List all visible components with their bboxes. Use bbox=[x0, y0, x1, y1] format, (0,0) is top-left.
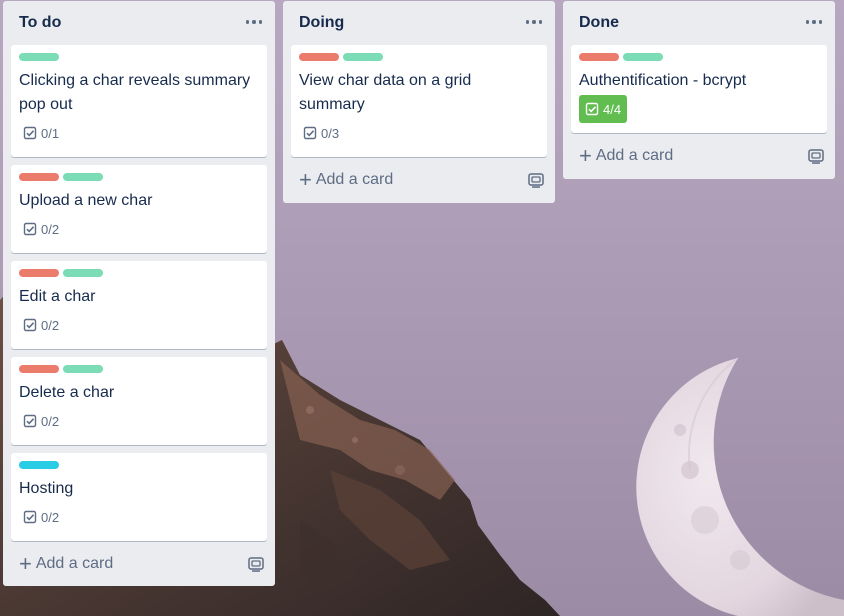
label-green[interactable] bbox=[343, 53, 383, 61]
add-card-label: Add a card bbox=[35, 555, 114, 572]
checklist-icon bbox=[303, 126, 317, 140]
label-green[interactable] bbox=[63, 365, 103, 373]
checklist-complete-badge: 4/4 bbox=[579, 95, 628, 123]
ellipsis-icon[interactable] bbox=[523, 11, 545, 33]
card-title: Delete a char bbox=[19, 384, 115, 401]
card-template-icon[interactable] bbox=[247, 555, 265, 573]
add-card-button[interactable]: + Add a card bbox=[11, 549, 231, 579]
card-badges: 0/3 bbox=[299, 122, 539, 144]
checklist-icon bbox=[23, 414, 37, 428]
list-doing: Doing View char data on a grid summary 0… bbox=[283, 1, 555, 203]
card-list: Clicking a char reveals summary pop out … bbox=[3, 45, 275, 541]
checklist-icon bbox=[23, 222, 37, 236]
label-green[interactable] bbox=[63, 173, 103, 181]
label-red[interactable] bbox=[299, 53, 339, 61]
checklist-icon bbox=[23, 510, 37, 524]
checklist-icon bbox=[585, 102, 599, 116]
card-labels bbox=[19, 173, 259, 181]
plus-icon: + bbox=[19, 551, 32, 576]
checklist-count: 0/1 bbox=[41, 125, 60, 141]
list-to-do: To do Clicking a char reveals summary po… bbox=[3, 1, 275, 586]
card-badges: 0/2 bbox=[19, 506, 259, 528]
card[interactable]: Delete a char 0/2 bbox=[11, 357, 267, 445]
card-title: Upload a new char bbox=[19, 192, 153, 209]
plus-icon: + bbox=[299, 167, 312, 192]
card[interactable]: View char data on a grid summary 0/3 bbox=[291, 45, 547, 157]
label-red[interactable] bbox=[19, 269, 59, 277]
checklist-badge: 0/2 bbox=[19, 410, 63, 432]
checklist-count: 0/3 bbox=[321, 125, 340, 141]
list-header: Doing bbox=[283, 1, 555, 45]
ellipsis-icon[interactable] bbox=[803, 11, 825, 33]
checklist-count: 4/4 bbox=[603, 101, 622, 117]
checklist-icon bbox=[23, 318, 37, 332]
checklist-count: 0/2 bbox=[41, 413, 60, 429]
card-list: View char data on a grid summary 0/3 bbox=[283, 45, 555, 157]
list-footer: + Add a card bbox=[283, 161, 555, 199]
card-badges: 4/4 bbox=[579, 95, 819, 123]
checklist-count: 0/2 bbox=[41, 221, 60, 237]
card-labels bbox=[579, 53, 819, 61]
checklist-badge: 0/3 bbox=[299, 122, 343, 144]
add-card-button[interactable]: + Add a card bbox=[571, 141, 791, 171]
card-labels bbox=[299, 53, 539, 61]
checklist-count: 0/2 bbox=[41, 509, 60, 525]
checklist-icon bbox=[23, 126, 37, 140]
card[interactable]: Hosting 0/2 bbox=[11, 453, 267, 541]
card-labels bbox=[19, 269, 259, 277]
label-red[interactable] bbox=[19, 365, 59, 373]
card-labels bbox=[19, 53, 259, 61]
label-red[interactable] bbox=[579, 53, 619, 61]
card[interactable]: Upload a new char 0/2 bbox=[11, 165, 267, 253]
add-card-button[interactable]: + Add a card bbox=[291, 165, 511, 195]
list-title[interactable]: To do bbox=[19, 14, 61, 32]
card-title: Edit a char bbox=[19, 288, 96, 305]
list-header: Done bbox=[563, 1, 835, 45]
checklist-badge: 0/2 bbox=[19, 314, 63, 336]
checklist-badge: 0/1 bbox=[19, 122, 63, 144]
card-badges: 0/1 bbox=[19, 122, 259, 144]
add-card-label: Add a card bbox=[595, 147, 674, 164]
label-red[interactable] bbox=[19, 173, 59, 181]
card-labels bbox=[19, 461, 259, 469]
plus-icon: + bbox=[579, 143, 592, 168]
moon-crescent bbox=[636, 357, 844, 616]
list-done: Done Authentification - bcrypt 4/4 + Add… bbox=[563, 1, 835, 179]
label-green[interactable] bbox=[63, 269, 103, 277]
list-footer: + Add a card bbox=[3, 545, 275, 583]
checklist-badge: 0/2 bbox=[19, 506, 63, 528]
list-header: To do bbox=[3, 1, 275, 45]
card[interactable]: Clicking a char reveals summary pop out … bbox=[11, 45, 267, 157]
label-green[interactable] bbox=[623, 53, 663, 61]
card-list: Authentification - bcrypt 4/4 bbox=[563, 45, 835, 133]
card-title: Clicking a char reveals summary pop out bbox=[19, 72, 251, 113]
card[interactable]: Authentification - bcrypt 4/4 bbox=[571, 45, 827, 133]
card-labels bbox=[19, 365, 259, 373]
label-cyan[interactable] bbox=[19, 461, 59, 469]
card-template-icon[interactable] bbox=[527, 171, 545, 189]
list-footer: + Add a card bbox=[563, 137, 835, 175]
card-badges: 0/2 bbox=[19, 314, 259, 336]
list-title[interactable]: Done bbox=[579, 14, 619, 32]
checklist-badge: 0/2 bbox=[19, 218, 63, 240]
add-card-label: Add a card bbox=[315, 171, 394, 188]
ellipsis-icon[interactable] bbox=[243, 11, 265, 33]
card-title: View char data on a grid summary bbox=[299, 72, 472, 113]
card[interactable]: Edit a char 0/2 bbox=[11, 261, 267, 349]
card-title: Authentification - bcrypt bbox=[579, 72, 747, 89]
card-template-icon[interactable] bbox=[807, 147, 825, 165]
checklist-count: 0/2 bbox=[41, 317, 60, 333]
card-badges: 0/2 bbox=[19, 410, 259, 432]
list-title[interactable]: Doing bbox=[299, 14, 344, 32]
card-title: Hosting bbox=[19, 480, 74, 497]
card-badges: 0/2 bbox=[19, 218, 259, 240]
label-green[interactable] bbox=[19, 53, 59, 61]
